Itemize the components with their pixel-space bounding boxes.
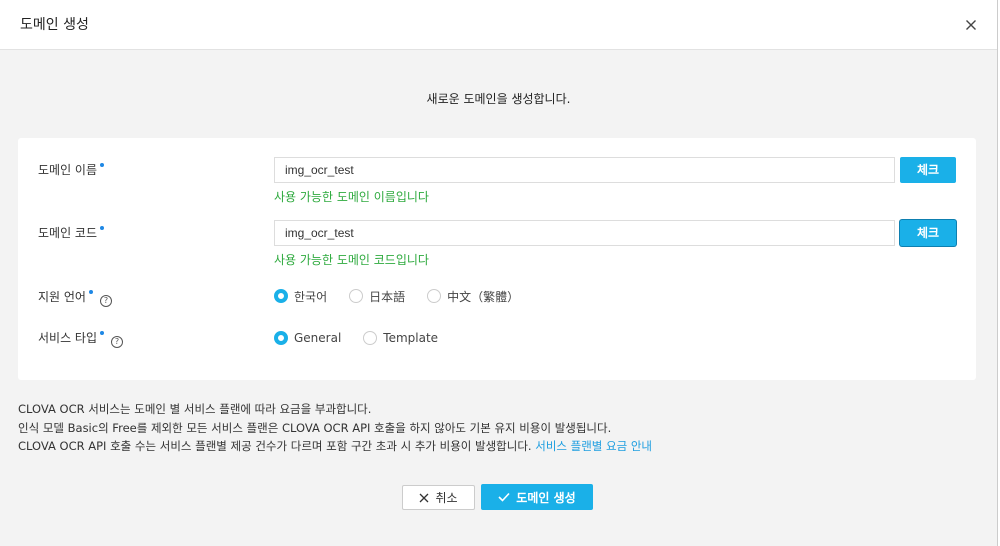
close-icon[interactable] [963, 17, 979, 33]
service-type-label-text: 서비스 타입 [38, 331, 98, 345]
required-dot [100, 331, 105, 335]
notice-line-text: CLOVA OCR API 호출 수는 서비스 플랜별 제공 건수가 다르며 포… [18, 439, 532, 453]
language-label-text: 지원 언어 [38, 290, 86, 304]
dialog-title: 도메인 생성 [20, 17, 89, 33]
domain-code-input[interactable]: img_ocr_test [274, 220, 895, 246]
language-radio-group: 한국어 日本語 中文（繁體） [274, 288, 541, 304]
close-icon [419, 493, 429, 502]
radio-checked-icon [274, 331, 288, 345]
language-option-ko[interactable]: 한국어 [274, 288, 327, 305]
domain-name-label: 도메인 이름 [38, 161, 105, 178]
create-domain-button[interactable]: 도메인 생성 [481, 484, 593, 510]
dialog-header: 도메인 생성 [0, 0, 997, 50]
notice-line: CLOVA OCR 서비스는 도메인 별 서비스 플랜에 따라 요금을 부과합니… [18, 402, 372, 416]
language-option-zh[interactable]: 中文（繁體） [427, 288, 519, 305]
notice-line: CLOVA OCR API 호출 수는 서비스 플랜별 제공 건수가 다르며 포… [18, 437, 652, 456]
radio-checked-icon [274, 289, 288, 303]
service-type-option-template[interactable]: Template [363, 331, 438, 345]
create-domain-button-label: 도메인 생성 [516, 490, 576, 505]
domain-name-check-button[interactable]: 체크 [900, 157, 956, 183]
cancel-button-label: 취소 [435, 491, 458, 505]
notice-line: 인식 모델 Basic의 Free를 제외한 모든 서비스 플랜은 CLOVA … [18, 420, 612, 435]
service-type-option-general[interactable]: General [274, 331, 341, 345]
radio-unchecked-icon [427, 289, 442, 303]
help-icon[interactable]: ? [99, 295, 112, 307]
domain-name-input[interactable]: img_ocr_test [274, 157, 895, 183]
help-icon[interactable]: ? [111, 336, 124, 348]
check-icon [498, 492, 510, 502]
domain-code-status: 사용 가능한 도메인 코드입니다 [274, 253, 429, 267]
required-dot [100, 226, 105, 230]
domain-name-status: 사용 가능한 도메인 이름입니다 [274, 190, 429, 204]
language-label: 지원 언어? [38, 288, 112, 307]
required-dot [100, 163, 105, 167]
domain-name-label-text: 도메인 이름 [38, 163, 98, 177]
cancel-button[interactable]: 취소 [402, 485, 475, 510]
service-type-label: 서비스 타입? [38, 329, 124, 348]
dialog-intro: 새로운 도메인을 생성합니다. [426, 92, 571, 106]
domain-create-dialog: 도메인 생성 새로운 도메인을 생성합니다. 도메인 이름 img_ocr_te… [0, 0, 998, 546]
domain-form-card: 도메인 이름 img_ocr_test 체크 사용 가능한 도메인 이름입니다 … [18, 138, 976, 380]
domain-code-label: 도메인 코드 [38, 224, 105, 241]
language-option-ja[interactable]: 日本語 [349, 288, 405, 305]
radio-unchecked-icon [363, 331, 378, 345]
required-dot [88, 290, 93, 294]
radio-unchecked-icon [349, 289, 364, 303]
domain-code-label-text: 도메인 코드 [38, 226, 98, 240]
pricing-notice: CLOVA OCR 서비스는 도메인 별 서비스 플랜에 따라 요금을 부과합니… [18, 400, 652, 456]
service-type-radio-group: General Template [274, 330, 460, 346]
pricing-guide-link[interactable]: 서비스 플랜별 요금 안내 [535, 439, 652, 453]
domain-code-check-button[interactable]: 체크 [900, 220, 956, 246]
